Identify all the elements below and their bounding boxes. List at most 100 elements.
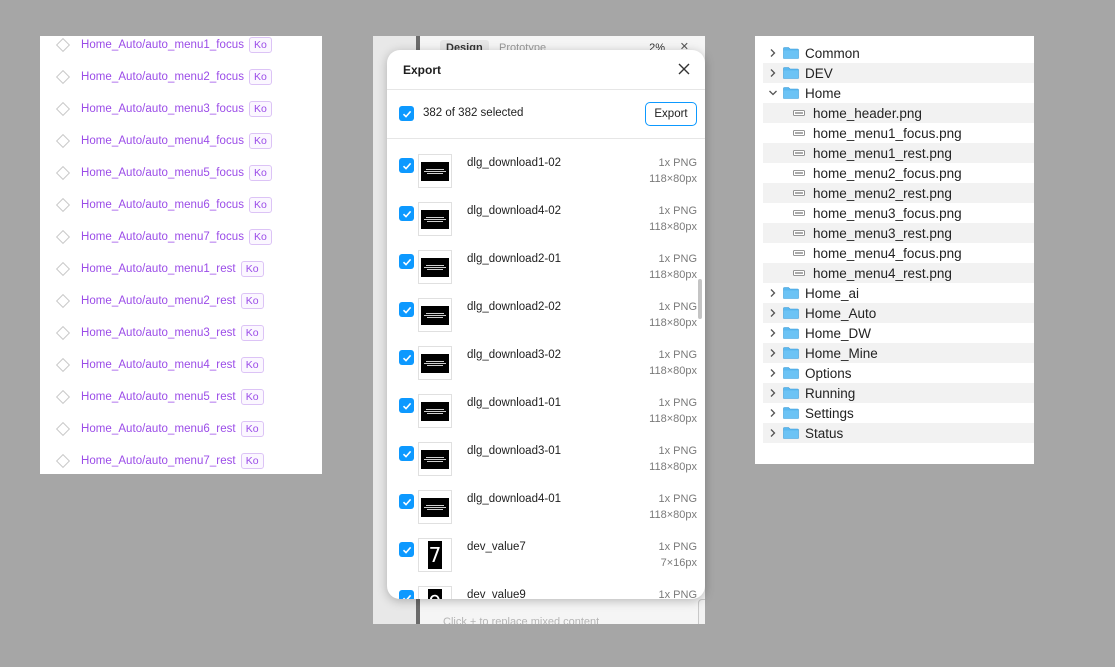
export-size: 118×80px bbox=[649, 509, 697, 521]
tree-file-row[interactable]: home_menu4_rest.png bbox=[763, 263, 1034, 283]
chevron-right-icon[interactable] bbox=[767, 407, 779, 419]
item-checkbox[interactable] bbox=[399, 590, 414, 599]
tree-item-label: home_menu2_focus.png bbox=[813, 165, 962, 181]
export-format[interactable]: 1x PNG bbox=[658, 445, 697, 457]
component-list-item[interactable]: Home_Auto/auto_menu2_focus Ko bbox=[40, 61, 322, 93]
component-list-item[interactable]: Home_Auto/auto_menu3_focus Ko bbox=[40, 93, 322, 125]
export-size: 118×80px bbox=[649, 413, 697, 425]
component-list-item[interactable]: Home_Auto/auto_menu4_focus Ko bbox=[40, 125, 322, 157]
language-badge: Ko bbox=[240, 421, 264, 437]
tree-folder-row[interactable]: DEV bbox=[763, 63, 1034, 83]
export-item-row[interactable]: dlg_download3-01 1x PNG 118×80px bbox=[387, 427, 705, 476]
thumbnail-digit: 9 bbox=[428, 589, 442, 599]
tree-item-label: home_menu1_focus.png bbox=[813, 125, 962, 141]
export-item-row[interactable]: dlg_download4-02 1x PNG 118×80px bbox=[387, 187, 705, 236]
language-badge: Ko bbox=[240, 325, 264, 341]
item-checkbox[interactable] bbox=[399, 446, 414, 461]
chevron-right-icon[interactable] bbox=[767, 307, 779, 319]
component-list-item[interactable]: Home_Auto/auto_menu5_focus Ko bbox=[40, 157, 322, 189]
tree-folder-row[interactable]: Status bbox=[763, 423, 1034, 443]
component-list-item[interactable]: Home_Auto/auto_menu7_rest Ko bbox=[40, 445, 322, 474]
tree-file-row[interactable]: home_menu3_rest.png bbox=[763, 223, 1034, 243]
export-item-row[interactable]: dlg_download1-02 1x PNG 118×80px bbox=[387, 139, 705, 188]
export-dialog: Export 382 of 382 selected Export dlg_do… bbox=[387, 50, 705, 599]
export-item-row[interactable]: dlg_download4-01 1x PNG 118×80px bbox=[387, 475, 705, 524]
component-list-item[interactable]: Home_Auto/auto_menu7_focus Ko bbox=[40, 221, 322, 253]
item-checkbox[interactable] bbox=[399, 350, 414, 365]
component-list-item[interactable]: Home_Auto/auto_menu6_focus Ko bbox=[40, 189, 322, 221]
tree-folder-row[interactable]: Home_ai bbox=[763, 283, 1034, 303]
export-item-row[interactable]: 7 dev_value7 1x PNG 7×16px bbox=[387, 523, 705, 572]
component-list-item[interactable]: Home_Auto/auto_menu4_rest Ko bbox=[40, 349, 322, 381]
tree-file-row[interactable]: home_menu2_focus.png bbox=[763, 163, 1034, 183]
chevron-right-icon[interactable] bbox=[767, 367, 779, 379]
export-size: 118×80px bbox=[649, 221, 697, 233]
tree-item-label: Home bbox=[805, 85, 842, 101]
item-checkbox[interactable] bbox=[399, 398, 414, 413]
component-list-item[interactable]: Home_Auto/auto_menu3_rest Ko bbox=[40, 317, 322, 349]
export-item-list[interactable]: dlg_download1-02 1x PNG 118×80px dlg_downlo… bbox=[387, 139, 705, 599]
export-item-row[interactable]: dlg_download3-02 1x PNG 118×80px bbox=[387, 331, 705, 380]
chevron-right-icon[interactable] bbox=[767, 47, 779, 59]
export-thumbnail bbox=[418, 394, 452, 428]
component-variant-icon bbox=[55, 421, 71, 437]
export-thumbnail: 9 bbox=[418, 586, 452, 599]
tree-file-row[interactable]: home_header.png bbox=[763, 103, 1034, 123]
export-item-row[interactable]: dlg_download1-01 1x PNG 118×80px bbox=[387, 379, 705, 428]
component-name: Home_Auto/auto_menu7_rest bbox=[81, 455, 236, 467]
select-all-checkbox[interactable] bbox=[399, 106, 414, 121]
component-list-item[interactable]: Home_Auto/auto_menu6_rest Ko bbox=[40, 413, 322, 445]
component-list-item[interactable]: Home_Auto/auto_menu1_rest Ko bbox=[40, 253, 322, 285]
chevron-down-icon[interactable] bbox=[767, 87, 779, 99]
chevron-right-icon[interactable] bbox=[767, 327, 779, 339]
language-badge: Ko bbox=[249, 101, 272, 117]
export-format[interactable]: 1x PNG bbox=[658, 349, 697, 361]
chevron-right-icon[interactable] bbox=[767, 387, 779, 399]
tree-file-row[interactable]: home_menu4_focus.png bbox=[763, 243, 1034, 263]
tree-folder-row[interactable]: Home bbox=[763, 83, 1034, 103]
export-format[interactable]: 1x PNG bbox=[658, 253, 697, 265]
tree-folder-row[interactable]: Home_DW bbox=[763, 323, 1034, 343]
export-format[interactable]: 1x PNG bbox=[658, 589, 697, 599]
tree-folder-row[interactable]: Running bbox=[763, 383, 1034, 403]
item-checkbox[interactable] bbox=[399, 158, 414, 173]
tree-file-row[interactable]: home_menu2_rest.png bbox=[763, 183, 1034, 203]
export-item-row[interactable]: dlg_download2-02 1x PNG 118×80px bbox=[387, 283, 705, 332]
export-format[interactable]: 1x PNG bbox=[658, 205, 697, 217]
chevron-right-icon[interactable] bbox=[767, 287, 779, 299]
item-checkbox[interactable] bbox=[399, 494, 414, 509]
item-checkbox[interactable] bbox=[399, 302, 414, 317]
export-button[interactable]: Export bbox=[645, 102, 697, 126]
export-format[interactable]: 1x PNG bbox=[658, 301, 697, 313]
item-checkbox[interactable] bbox=[399, 254, 414, 269]
item-checkbox[interactable] bbox=[399, 206, 414, 221]
tree-folder-row[interactable]: Options bbox=[763, 363, 1034, 383]
export-format[interactable]: 1x PNG bbox=[658, 541, 697, 553]
tree-file-row[interactable]: home_menu1_focus.png bbox=[763, 123, 1034, 143]
chevron-right-icon[interactable] bbox=[767, 67, 779, 79]
chevron-right-icon[interactable] bbox=[767, 427, 779, 439]
item-checkbox[interactable] bbox=[399, 542, 414, 557]
close-icon[interactable] bbox=[677, 62, 691, 76]
export-format[interactable]: 1x PNG bbox=[658, 397, 697, 409]
export-size: 118×80px bbox=[649, 317, 697, 329]
tree-folder-row[interactable]: Common bbox=[763, 43, 1034, 63]
tree-folder-row[interactable]: Home_Mine bbox=[763, 343, 1034, 363]
export-format[interactable]: 1x PNG bbox=[658, 493, 697, 505]
tree-file-row[interactable]: home_menu1_rest.png bbox=[763, 143, 1034, 163]
tree-item-label: Home_Auto bbox=[805, 305, 877, 321]
export-format[interactable]: 1x PNG bbox=[658, 157, 697, 169]
chevron-right-icon[interactable] bbox=[767, 347, 779, 359]
export-item-row[interactable]: 9 dev_value9 1x PNG bbox=[387, 571, 705, 599]
component-list-item[interactable]: Home_Auto/auto_menu1_focus Ko bbox=[40, 36, 322, 61]
korean-text-label[interactable]: 음악 bbox=[698, 599, 705, 624]
tree-folder-row[interactable]: Settings bbox=[763, 403, 1034, 423]
tree-file-row[interactable]: home_menu3_focus.png bbox=[763, 203, 1034, 223]
component-name: Home_Auto/auto_menu7_focus bbox=[81, 231, 245, 243]
component-list-item[interactable]: Home_Auto/auto_menu2_rest Ko bbox=[40, 285, 322, 317]
component-list-item[interactable]: Home_Auto/auto_menu5_rest Ko bbox=[40, 381, 322, 413]
tree-folder-row[interactable]: Home_Auto bbox=[763, 303, 1034, 323]
export-item-row[interactable]: dlg_download2-01 1x PNG 118×80px bbox=[387, 235, 705, 284]
export-item-name: dlg_download2-02 bbox=[467, 301, 561, 313]
tree-item-label: home_menu3_rest.png bbox=[813, 225, 952, 241]
